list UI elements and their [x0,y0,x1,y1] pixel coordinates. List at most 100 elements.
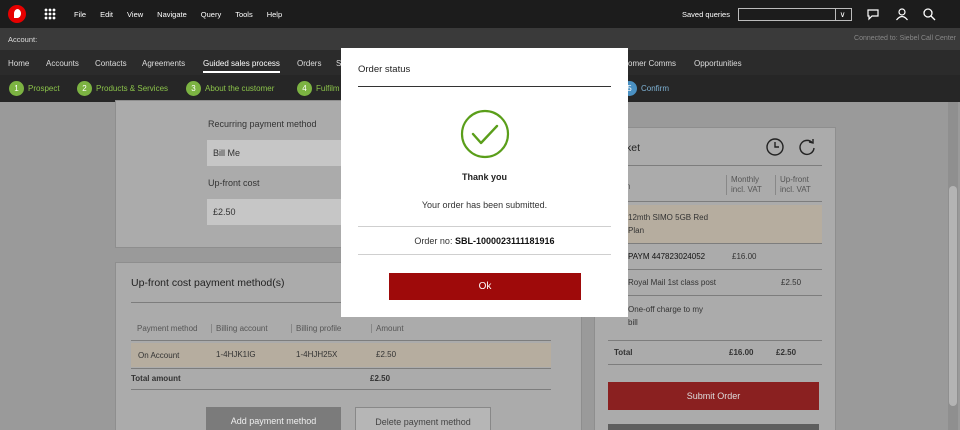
tab-guided-sales-process[interactable]: Guided sales process [203,59,280,73]
step-about-customer[interactable]: 3 About the customer [186,81,274,96]
menu-view[interactable]: View [127,10,143,19]
step-number: 3 [186,81,201,96]
app-launcher-icon[interactable] [44,8,56,20]
chevron-down-icon: ∨ [835,9,849,20]
menu-help[interactable]: Help [267,10,282,19]
step-label: Fulfilm [316,84,340,93]
divider [608,364,822,365]
tab-contacts[interactable]: Contacts [95,59,127,68]
basket-item-line: 12mth SIMO 5GB Red [628,213,709,222]
divider [131,389,551,390]
menu-tools[interactable]: Tools [235,10,253,19]
connection-status: Connected to: Siebel Call Center [854,35,956,42]
divider [358,86,611,87]
tab-agreements[interactable]: Agreements [142,59,185,68]
top-menubar: File Edit View Navigate Query Tools Help… [0,0,960,28]
order-number-line: Order no: SBL-1000023111181916 [341,236,628,246]
tab-customer-comms[interactable]: omer Comms [628,59,676,68]
order-number-label: Order no: [414,236,453,246]
step-fulfilment[interactable]: 4 Fulfilm [297,81,340,96]
cell-billing-account: 1-4HJK1IG [216,350,256,359]
tab-orders[interactable]: Orders [297,59,321,68]
user-icon[interactable] [895,7,909,21]
col-upfront-line2: incl. VAT [780,185,811,194]
dialog-title: Order status [358,64,411,75]
chat-icon[interactable] [866,7,880,21]
col-payment-method: Payment method [137,324,198,333]
submission-message: Your order has been submitted. [421,200,548,210]
divider [608,340,822,341]
tab-home[interactable]: Home [8,59,29,68]
divider [622,295,822,296]
basket-item-name: PAYM 447823024052 [628,252,706,261]
divider [622,243,822,244]
basket-item-name: One-off charge to my bill [628,303,703,329]
table-row[interactable] [131,343,551,367]
upfront-cost-field[interactable]: £2.50 [207,199,347,225]
thank-you-heading: Thank you [461,172,507,182]
step-prospect[interactable]: 1 Prospect [9,81,60,96]
divider [131,340,551,341]
divider [622,201,822,202]
tab-opportunities[interactable]: Opportunities [694,59,742,68]
step-label: About the customer [205,84,275,93]
main-menu: File Edit View Navigate Query Tools Help [74,10,282,19]
saved-queries-label: Saved queries [682,10,730,19]
divider [131,368,551,369]
menu-query[interactable]: Query [201,10,221,19]
total-amount-label: Total amount [131,374,181,383]
basket-item-line: Plan [628,226,645,235]
col-amount: Amount [371,324,404,333]
step-products-services[interactable]: 2 Products & Services [77,81,168,96]
col-upfront: Up-front incl. VAT [775,175,819,195]
step-label: Confirm [641,84,670,93]
basket-item-name: 12mth SIMO 5GB Red Plan [628,211,708,237]
upfront-cost-label: Up-front cost [208,178,260,188]
add-payment-method-button[interactable]: Add payment method [206,407,341,430]
basket-total-label: Total [614,348,633,357]
submit-order-button[interactable]: Submit Order [608,382,819,410]
recurring-payment-field[interactable]: Bill Me [207,140,347,166]
menu-navigate[interactable]: Navigate [157,10,187,19]
account-label: Account: [8,35,38,44]
divider [358,254,611,255]
cell-amount: £2.50 [376,350,397,359]
divider [622,269,822,270]
basket-item-upfront: £2.50 [781,278,802,287]
step-confirm[interactable]: 5 Confirm [622,81,669,96]
col-billing-profile: Billing profile [291,324,341,333]
basket-item-name: Royal Mail 1st class post [628,278,717,287]
step-label: Products & Services [96,84,169,93]
success-check-icon [460,109,510,159]
basket-total-upfront: £2.50 [776,348,797,357]
search-icon[interactable] [922,7,936,21]
refresh-icon[interactable] [797,137,817,157]
cell-billing-profile: 1-4HJH25X [296,350,338,359]
basket-item-line: bill [628,318,638,327]
basket-title: ket [626,142,641,154]
delete-payment-method-button[interactable]: Delete payment method [355,407,491,430]
total-amount-value: £2.50 [370,374,391,383]
tab-accounts[interactable]: Accounts [46,59,79,68]
ok-button[interactable]: Ok [389,273,581,300]
basket-total-monthly: £16.00 [729,348,754,357]
payment-methods-title: Up-front cost payment method(s) [131,277,285,289]
step-number: 4 [297,81,312,96]
basket-item-line: One-off charge to my [628,305,703,314]
clock-icon[interactable] [765,137,785,157]
vodafone-logo-icon[interactable] [8,5,26,23]
divider [622,165,822,166]
scrollbar-thumb[interactable] [949,186,957,406]
col-monthly-line2: incl. VAT [731,185,762,194]
col-upfront-line1: Up-front [780,175,809,184]
saved-queries-select[interactable]: ∨ [738,8,852,21]
step-number: 1 [9,81,24,96]
basket-item-monthly: £16.00 [732,252,757,261]
menu-edit[interactable]: Edit [100,10,113,19]
col-billing-account: Billing account [211,324,268,333]
cell-payment-method: On Account [138,351,180,360]
order-number: SBL-1000023111181916 [454,236,555,246]
order-status-dialog: Order status Thank you Your order has be… [341,48,628,317]
secondary-button[interactable] [608,424,819,430]
menu-file[interactable]: File [74,10,86,19]
